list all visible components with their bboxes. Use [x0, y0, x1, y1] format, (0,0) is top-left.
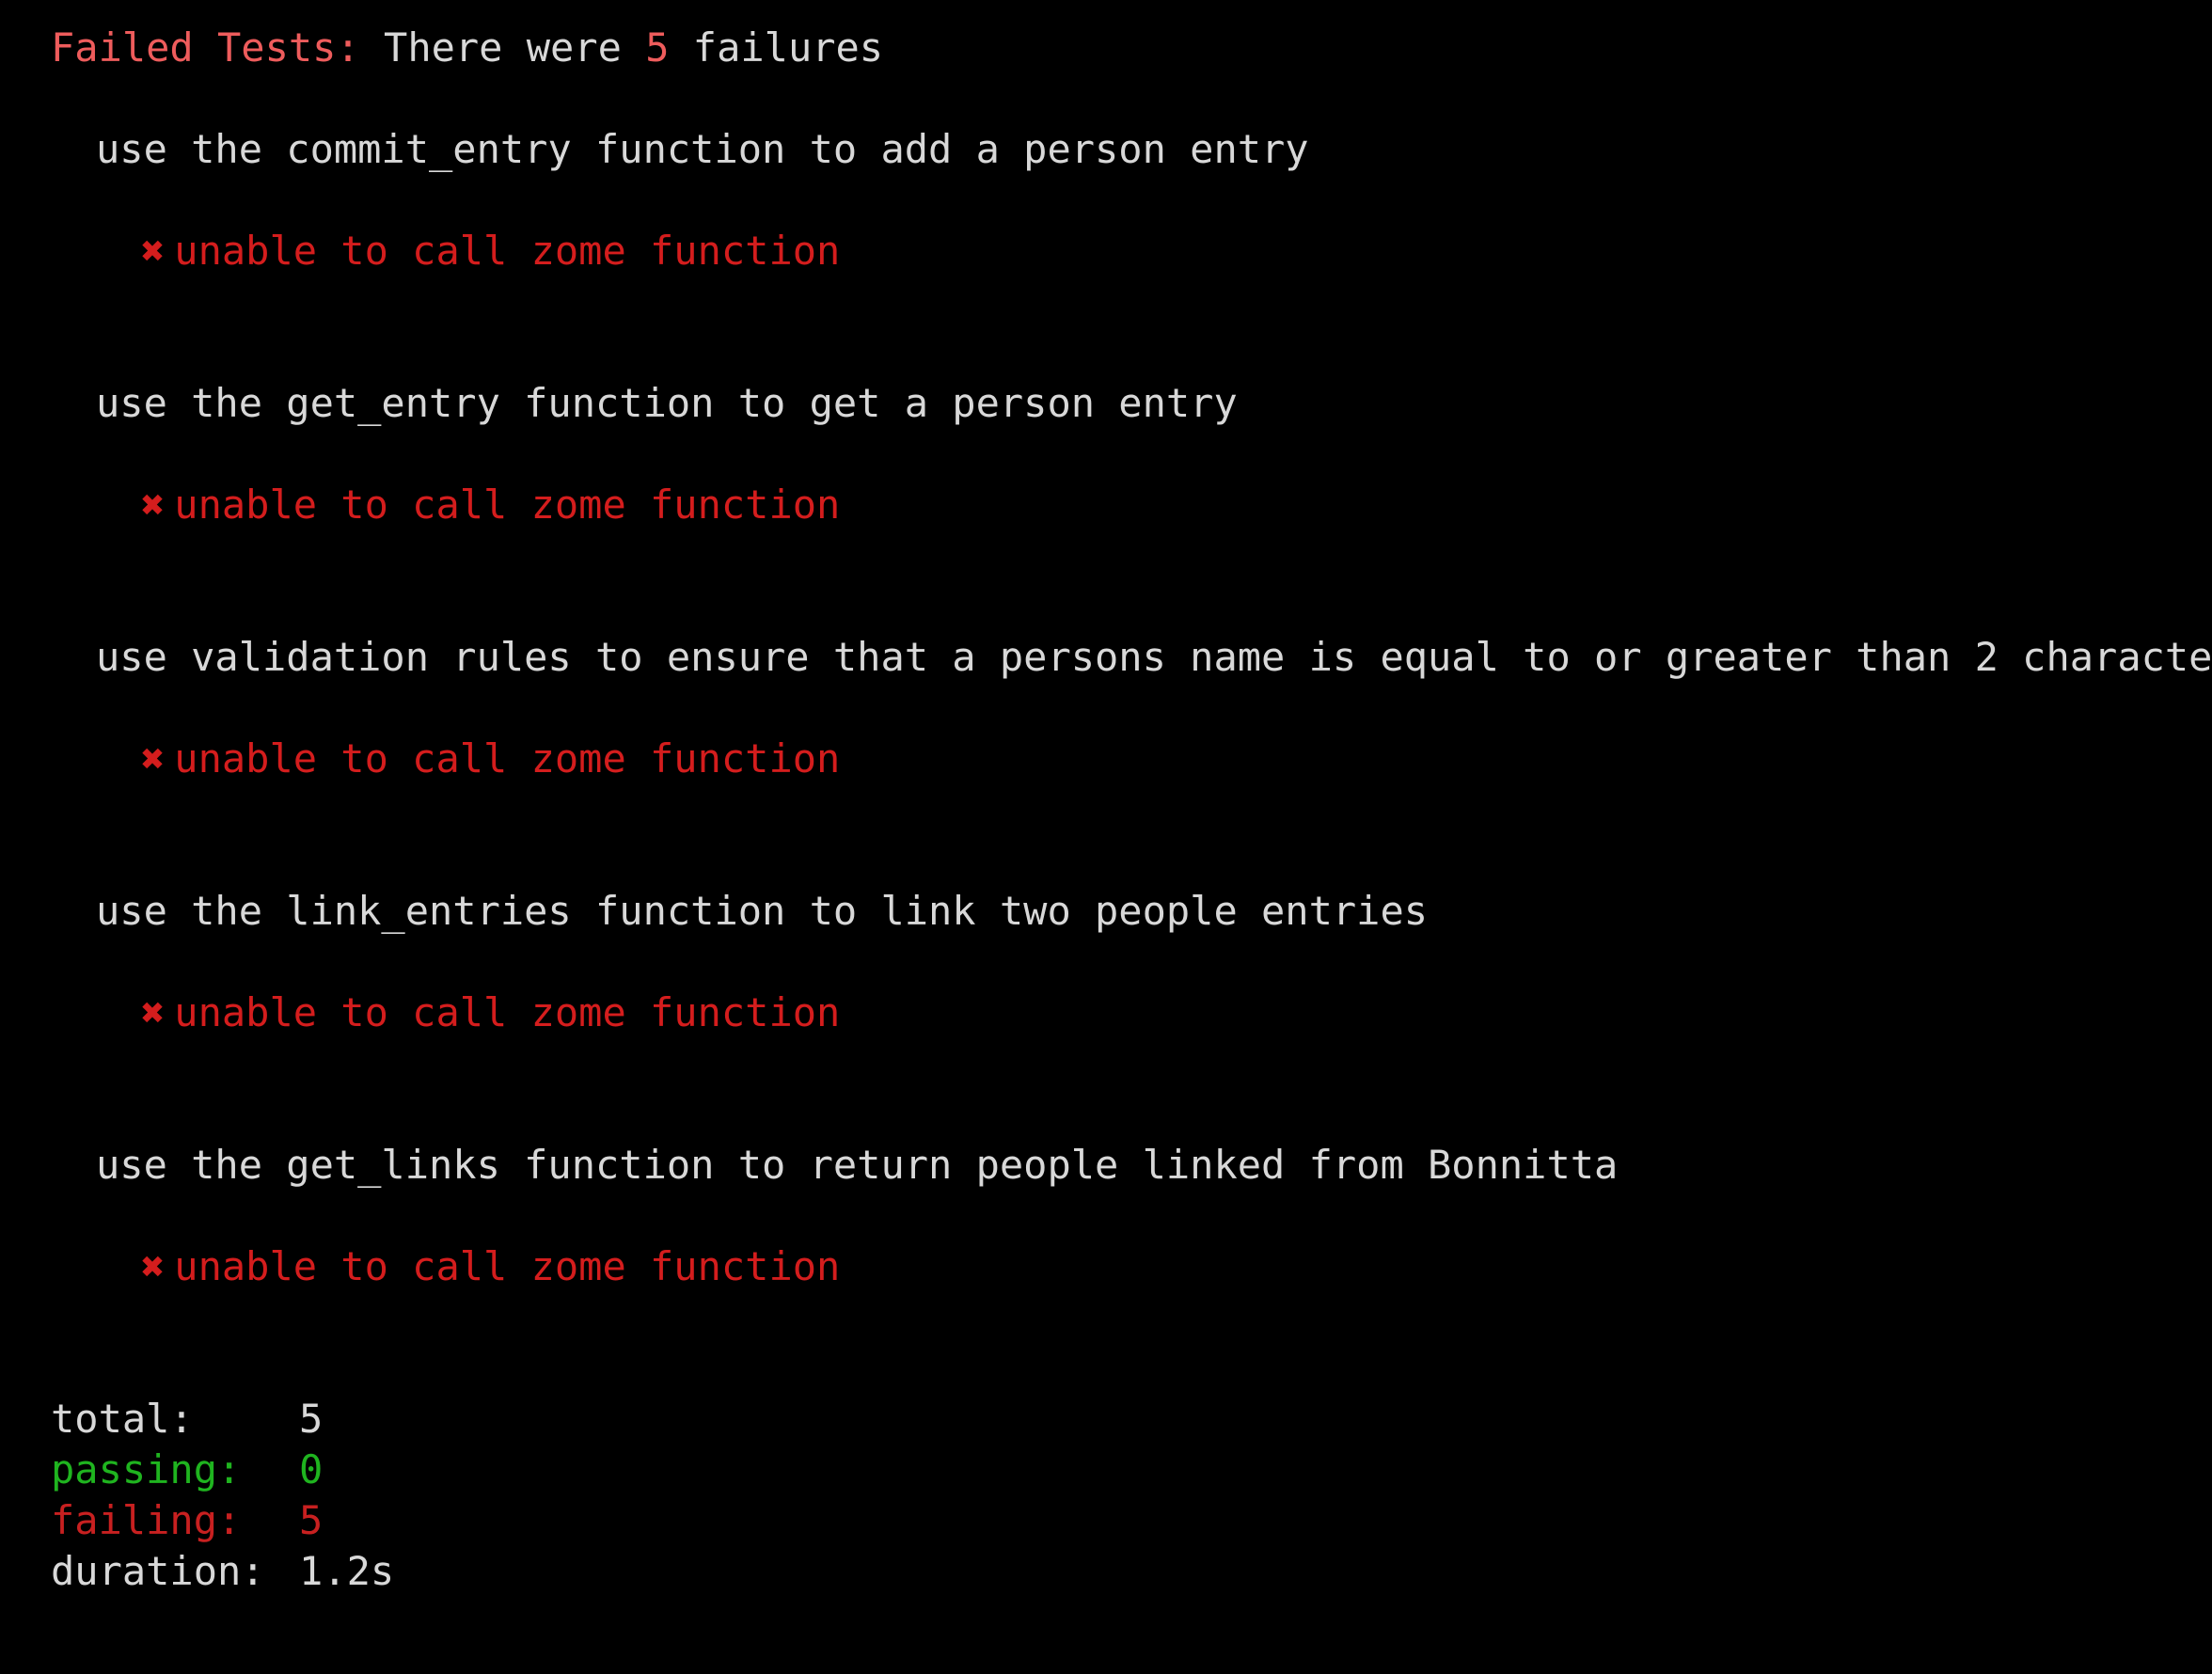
- test-failure: ✖ unable to call zome function: [141, 480, 840, 530]
- failure-message: unable to call zome function: [174, 1243, 841, 1289]
- test-failure: ✖ unable to call zome function: [141, 226, 840, 276]
- failing-value: 5: [299, 1497, 324, 1543]
- test-title: use the get_entry function to get a pers…: [96, 380, 1238, 426]
- passing-label: passing:: [51, 1446, 242, 1492]
- summary-total: total: 5: [51, 1394, 323, 1445]
- failed-tests-header: Failed Tests: There were 5 failures: [51, 23, 883, 73]
- summary-failing: failing: 5: [51, 1495, 323, 1546]
- test-failure: ✖ unable to call zome function: [141, 1241, 840, 1292]
- header-text-after: failures: [692, 24, 884, 71]
- header-text-before: There were: [384, 24, 622, 71]
- duration-label: duration:: [51, 1548, 265, 1594]
- failure-cross-icon: ✖: [141, 482, 166, 528]
- failure-message: unable to call zome function: [174, 989, 841, 1035]
- test-failure: ✖ unable to call zome function: [141, 734, 840, 784]
- duration-value: 1.2s: [299, 1548, 395, 1594]
- failure-cross-icon: ✖: [141, 1243, 166, 1289]
- test-title: use the commit_entry function to add a p…: [96, 126, 1309, 172]
- failure-message: unable to call zome function: [174, 735, 841, 782]
- passing-value: 0: [299, 1446, 324, 1492]
- test-title: use the link_entries function to link tw…: [96, 888, 1429, 934]
- total-label: total:: [51, 1396, 194, 1442]
- test-title: use validation rules to ensure that a pe…: [96, 634, 2212, 680]
- summary-passing: passing: 0: [51, 1445, 323, 1495]
- failure-cross-icon: ✖: [141, 228, 166, 274]
- failure-message: unable to call zome function: [174, 228, 841, 274]
- failure-cross-icon: ✖: [141, 989, 166, 1035]
- failed-tests-label: Failed Tests:: [51, 24, 360, 71]
- failing-label: failing:: [51, 1497, 242, 1543]
- failure-message: unable to call zome function: [174, 482, 841, 528]
- summary-duration: duration: 1.2s: [51, 1546, 394, 1597]
- test-failure: ✖ unable to call zome function: [141, 987, 840, 1038]
- failure-count: 5: [645, 24, 670, 71]
- total-value: 5: [299, 1396, 324, 1442]
- test-title: use the get_links function to return peo…: [96, 1142, 1619, 1188]
- failure-cross-icon: ✖: [141, 735, 166, 782]
